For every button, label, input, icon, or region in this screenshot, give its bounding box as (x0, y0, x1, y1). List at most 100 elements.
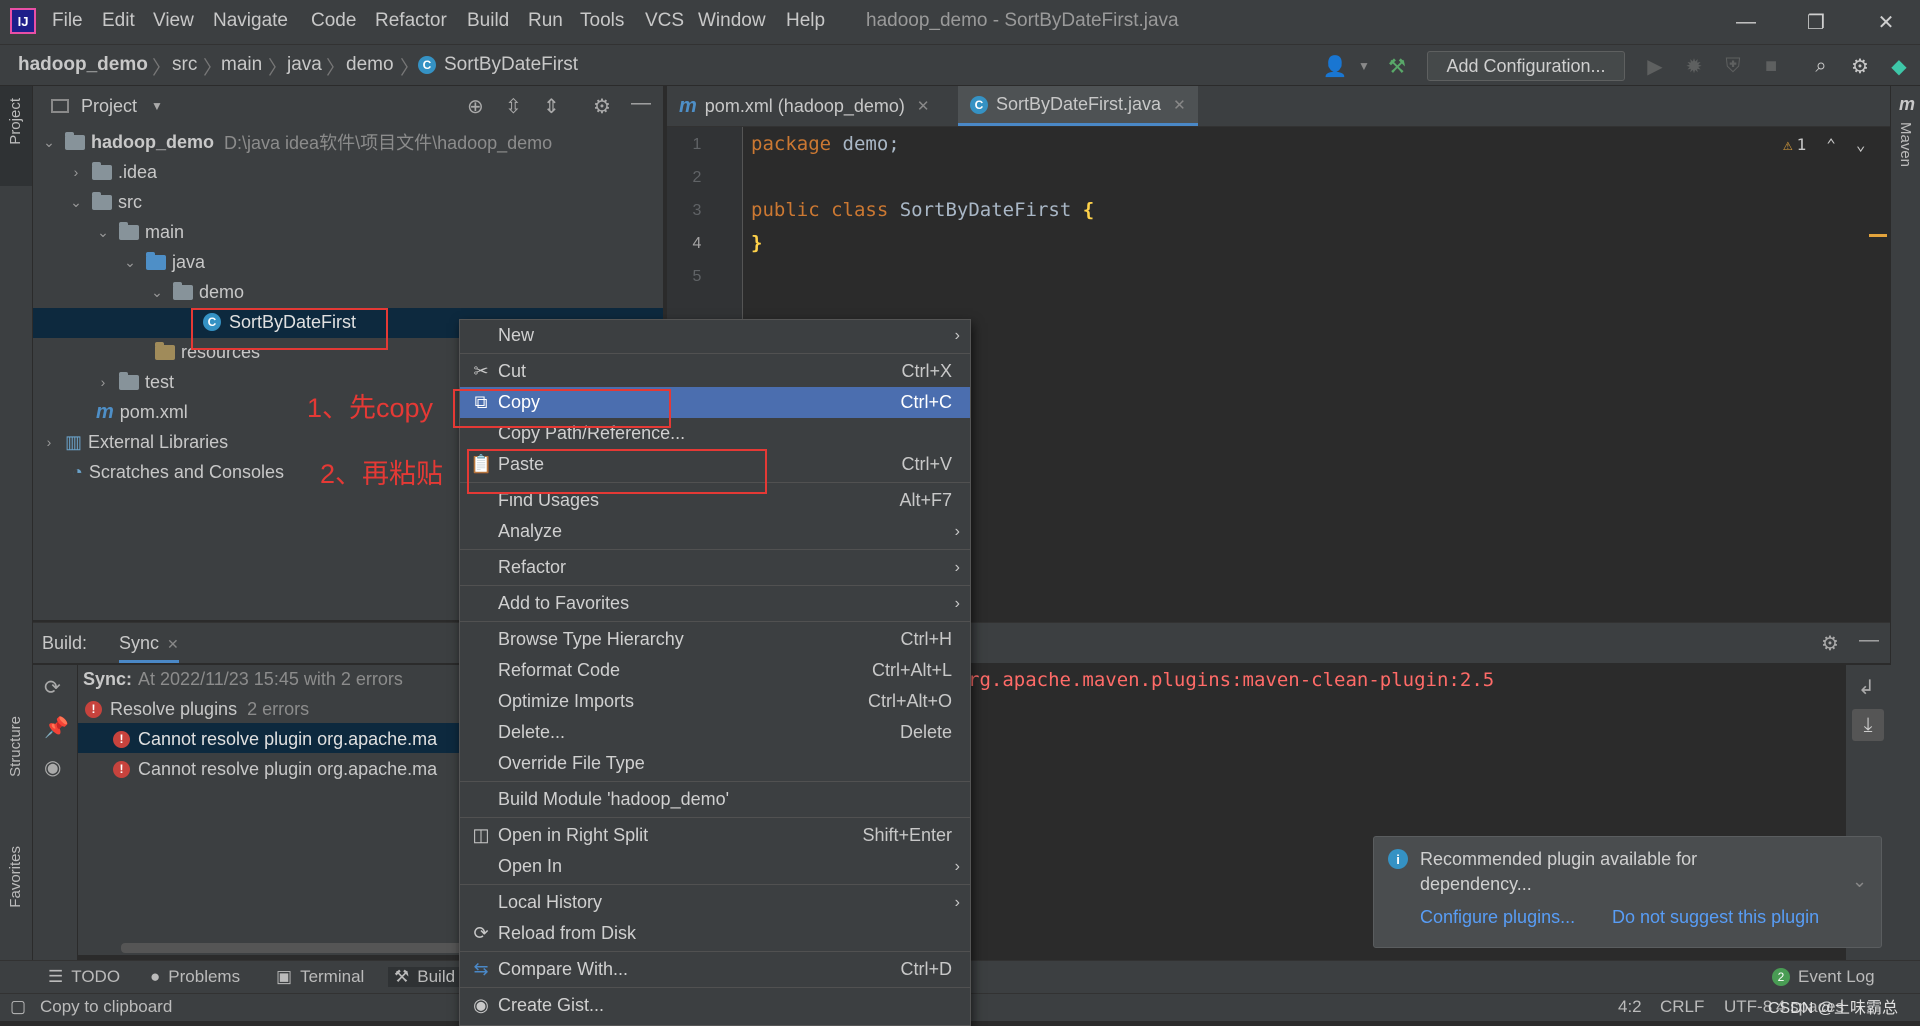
tab-sortbydatefirst[interactable]: C SortByDateFirst.java ✕ (958, 86, 1198, 126)
menu-help[interactable]: Help (786, 10, 825, 32)
locate-file-icon[interactable]: ⊕ (467, 94, 484, 119)
menu-item-optimize-imports[interactable]: Optimize Imports Ctrl+Alt+O (460, 686, 970, 717)
menu-item-analyze[interactable]: Analyze › (460, 516, 970, 547)
tree-item-main[interactable]: ⌄ main (93, 218, 184, 246)
stop-icon[interactable]: ■ (1758, 53, 1784, 79)
menu-item-cut[interactable]: ✂ Cut Ctrl+X (460, 356, 970, 387)
breadcrumb-demo[interactable]: demo (346, 54, 394, 76)
chevron-up-icon[interactable]: ⌃ (1826, 135, 1836, 154)
menu-code[interactable]: Code (311, 10, 356, 32)
side-tab-project[interactable]: Project (7, 98, 24, 145)
breadcrumb-file[interactable]: C SortByDateFirst (418, 54, 578, 76)
tree-item-test[interactable]: › test (93, 368, 174, 396)
gear-icon[interactable]: ⚙ (593, 94, 611, 119)
close-window-icon[interactable]: ✕ (1866, 6, 1906, 38)
tree-item-pom[interactable]: m pom.xml (96, 398, 188, 426)
menu-item-reformat[interactable]: Reformat Code Ctrl+Alt+L (460, 655, 970, 686)
breadcrumb-project[interactable]: hadoop_demo (18, 54, 148, 76)
tree-item-java[interactable]: ⌄ java (120, 248, 205, 276)
menu-item-build-module[interactable]: Build Module 'hadoop_demo' (460, 784, 970, 815)
menu-item-refactor[interactable]: Refactor › (460, 552, 970, 583)
menu-item-delete[interactable]: Delete... Delete (460, 717, 970, 748)
menu-navigate[interactable]: Navigate (213, 10, 288, 32)
breadcrumb-src[interactable]: src (172, 54, 197, 76)
menu-window[interactable]: Window (698, 10, 766, 32)
do-not-suggest-link[interactable]: Do not suggest this plugin (1612, 907, 1819, 928)
tool-tab-terminal[interactable]: ▣ Terminal (276, 967, 364, 987)
eye-icon[interactable]: ◉ (44, 755, 61, 780)
tree-item-scratches[interactable]: ◔ Scratches and Consoles (66, 458, 284, 486)
panel-toggle-icon[interactable]: ▢ (10, 997, 26, 1017)
close-icon[interactable]: ✕ (1173, 96, 1186, 114)
menu-tools[interactable]: Tools (580, 10, 624, 32)
tool-tab-todo[interactable]: ☰ TODO (48, 967, 120, 987)
hide-panel-icon[interactable]: — (631, 92, 651, 115)
menu-view[interactable]: View (153, 10, 194, 32)
file-encoding[interactable]: UTF-8 (1724, 997, 1772, 1017)
tree-item-root[interactable]: ⌄ hadoop_demo D:\java idea软件\项目文件\hadoop… (39, 128, 552, 156)
restore-icon[interactable]: ❐ (1796, 6, 1836, 38)
line-separator[interactable]: CRLF (1660, 997, 1704, 1017)
debug-icon[interactable]: ✹ (1681, 53, 1707, 79)
menu-edit[interactable]: Edit (102, 10, 135, 32)
gear-icon[interactable]: ⚙ (1821, 631, 1839, 656)
caret-position[interactable]: 4:2 (1618, 997, 1642, 1017)
menu-run[interactable]: Run (528, 10, 563, 32)
collapse-all-icon[interactable]: ⇕ (543, 94, 560, 119)
build-error-row[interactable]: ! Cannot resolve plugin org.apache.ma (113, 725, 437, 753)
resolve-plugins-row[interactable]: ! Resolve plugins 2 errors (85, 695, 309, 723)
tab-pom-xml[interactable]: m pom.xml (hadoop_demo) ✕ (679, 86, 929, 126)
menu-item-new[interactable]: New › (460, 320, 970, 351)
gear-icon[interactable]: ⚙ (1847, 53, 1873, 79)
menu-item-compare-with[interactable]: ⇆ Compare With... Ctrl+D (460, 954, 970, 985)
menu-item-browse-hierarchy[interactable]: Browse Type Hierarchy Ctrl+H (460, 624, 970, 655)
side-tab-maven[interactable]: Maven (1897, 122, 1914, 167)
menu-item-open-right-split[interactable]: ◫ Open in Right Split Shift+Enter (460, 820, 970, 851)
jetbrains-toolbox-icon[interactable]: ◆ (1886, 53, 1912, 79)
close-icon[interactable]: ✕ (167, 636, 179, 652)
search-icon[interactable]: ⌕ (1808, 53, 1834, 79)
hide-panel-icon[interactable]: — (1859, 629, 1879, 652)
tree-item-demo[interactable]: ⌄ demo (147, 278, 244, 306)
breadcrumb-main[interactable]: main (221, 54, 262, 76)
menu-item-create-gist[interactable]: ◉ Create Gist... (460, 990, 970, 1021)
menu-item-local-history[interactable]: Local History › (460, 887, 970, 918)
project-panel-title[interactable]: Project (81, 96, 137, 117)
menu-refactor[interactable]: Refactor (375, 10, 447, 32)
menu-item-reload[interactable]: ⟳ Reload from Disk (460, 918, 970, 949)
chevron-down-icon[interactable]: ▼ (1351, 53, 1377, 79)
tree-item-idea[interactable]: › .idea (66, 158, 157, 186)
warning-stripe-marker[interactable] (1869, 234, 1887, 237)
inspection-widget[interactable]: ⚠ 1 ⌃ ⌄ (1783, 135, 1866, 154)
build-error-row[interactable]: ! Cannot resolve plugin org.apache.ma (113, 755, 437, 783)
side-tab-favorites[interactable]: Favorites (7, 846, 24, 908)
tab-sync[interactable]: Sync ✕ (119, 633, 179, 663)
expand-all-icon[interactable]: ⇳ (505, 94, 522, 119)
side-tab-structure[interactable]: Structure (7, 716, 24, 777)
configure-plugins-link[interactable]: Configure plugins... (1420, 907, 1575, 928)
sync-row[interactable]: Sync: At 2022/11/23 15:45 with 2 errors (83, 665, 403, 693)
menu-build[interactable]: Build (467, 10, 509, 32)
user-icon[interactable]: 👤 (1322, 53, 1348, 79)
chevron-down-icon[interactable]: ▼ (151, 99, 163, 113)
tool-tab-build[interactable]: ⚒ Build (388, 967, 462, 987)
menu-vcs[interactable]: VCS (645, 10, 684, 32)
scroll-to-end-icon[interactable]: ⤓ (1852, 709, 1884, 741)
menu-item-open-in[interactable]: Open In › (460, 851, 970, 882)
soft-wrap-icon[interactable]: ↲ (1858, 675, 1875, 700)
chevron-down-icon[interactable]: ⌄ (1856, 135, 1866, 154)
hammer-build-icon[interactable]: ⚒ (1384, 53, 1410, 79)
menu-item-override-file-type[interactable]: Override File Type (460, 748, 970, 779)
refresh-icon[interactable]: ⟳ (44, 675, 61, 700)
minimize-icon[interactable]: — (1726, 6, 1766, 38)
event-log-button[interactable]: 2 Event Log (1772, 967, 1875, 987)
menu-file[interactable]: File (52, 10, 83, 32)
menu-item-add-to-favorites[interactable]: Add to Favorites › (460, 588, 970, 619)
run-icon[interactable]: ▶ (1642, 53, 1668, 79)
tree-item-src[interactable]: ⌄ src (66, 188, 142, 216)
horizontal-scrollbar[interactable] (121, 943, 498, 953)
tool-tab-problems[interactable]: ● Problems (150, 967, 240, 987)
add-configuration-button[interactable]: Add Configuration... (1427, 51, 1625, 81)
chevron-down-icon[interactable]: ⌄ (1852, 871, 1867, 892)
close-icon[interactable]: ✕ (917, 97, 930, 115)
